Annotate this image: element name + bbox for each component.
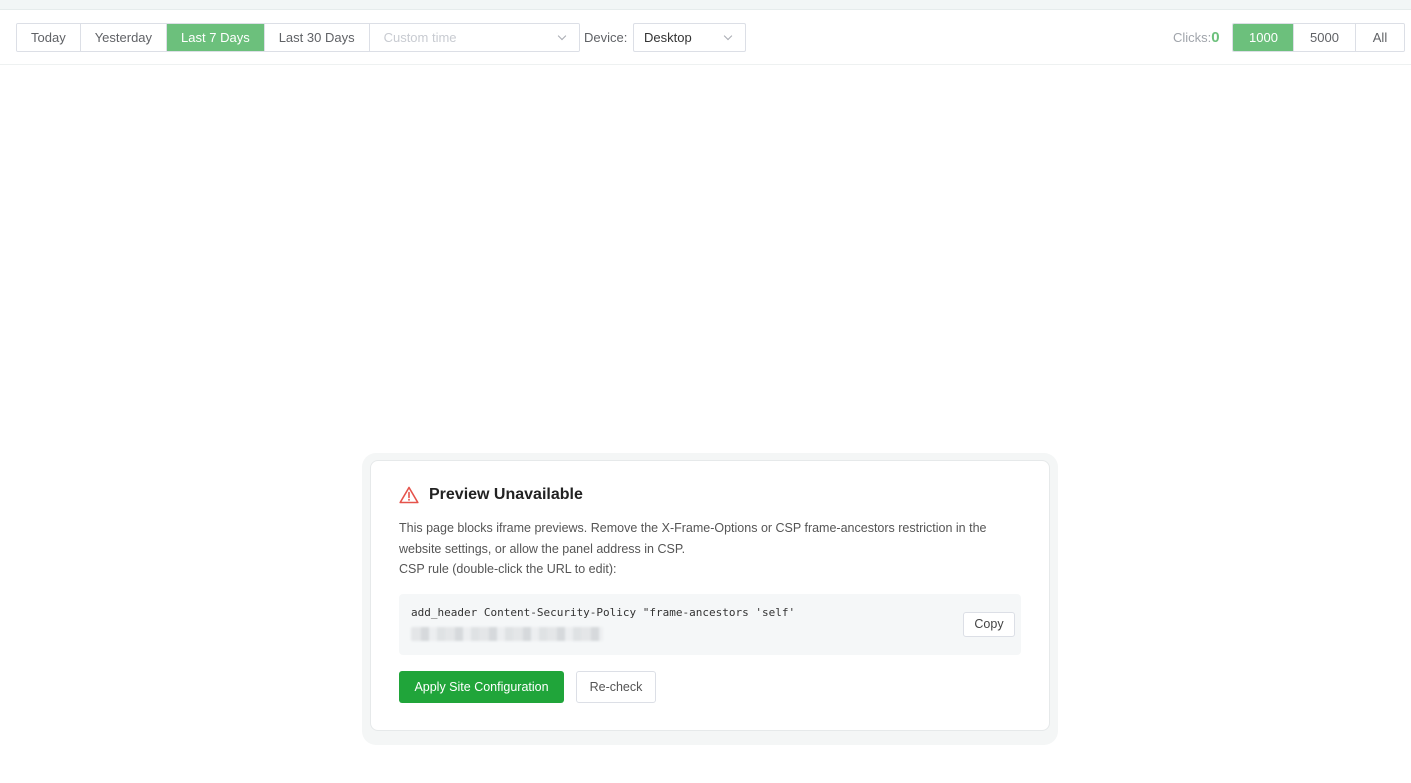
range-last-7-days-button[interactable]: Last 7 Days <box>167 24 265 51</box>
date-range-group: Today Yesterday Last 7 Days Last 30 Days… <box>16 23 580 52</box>
filter-toolbar: Today Yesterday Last 7 Days Last 30 Days… <box>0 10 1411 65</box>
preview-unavailable-card: Preview Unavailable This page blocks ifr… <box>370 460 1050 731</box>
card-header: Preview Unavailable <box>399 486 583 504</box>
chevron-down-icon <box>723 31 733 41</box>
custom-time-placeholder: Custom time <box>383 30 457 45</box>
copy-button[interactable]: Copy <box>963 612 1015 637</box>
device-select[interactable]: Desktop <box>633 23 746 52</box>
warning-icon <box>399 486 419 504</box>
limit-1000-button[interactable]: 1000 <box>1233 24 1294 51</box>
chevron-down-icon <box>557 31 566 41</box>
apply-site-configuration-button[interactable]: Apply Site Configuration <box>399 671 564 703</box>
clicks-label: Clicks: <box>1173 30 1212 45</box>
clicks-counter: Clicks:0 <box>1173 29 1220 46</box>
device-value: Desktop <box>644 30 692 45</box>
csp-hint: CSP rule (double-click the URL to edit): <box>399 562 617 576</box>
clicks-value: 0 <box>1211 29 1220 46</box>
custom-time-picker[interactable]: Custom time <box>369 24 579 51</box>
recheck-button[interactable]: Re-check <box>576 671 656 703</box>
csp-rule-text[interactable]: add_header Content-Security-Policy "fram… <box>411 606 795 619</box>
range-today-button[interactable]: Today <box>17 24 81 51</box>
card-title: Preview Unavailable <box>429 486 583 503</box>
limit-all-button[interactable]: All <box>1356 24 1404 51</box>
description-text: This page blocks iframe previews. Remove… <box>399 521 987 556</box>
range-yesterday-button[interactable]: Yesterday <box>80 24 168 51</box>
card-description: This page blocks iframe previews. Remove… <box>399 518 1019 580</box>
click-limit-group: 1000 5000 All <box>1232 23 1405 52</box>
redacted-url[interactable] <box>411 627 603 641</box>
csp-code-block: add_header Content-Security-Policy "fram… <box>399 594 1021 655</box>
limit-5000-button[interactable]: 5000 <box>1294 24 1356 51</box>
range-last-30-days-button[interactable]: Last 30 Days <box>264 24 370 51</box>
device-label: Device: <box>584 30 628 45</box>
top-strip <box>0 0 1411 10</box>
